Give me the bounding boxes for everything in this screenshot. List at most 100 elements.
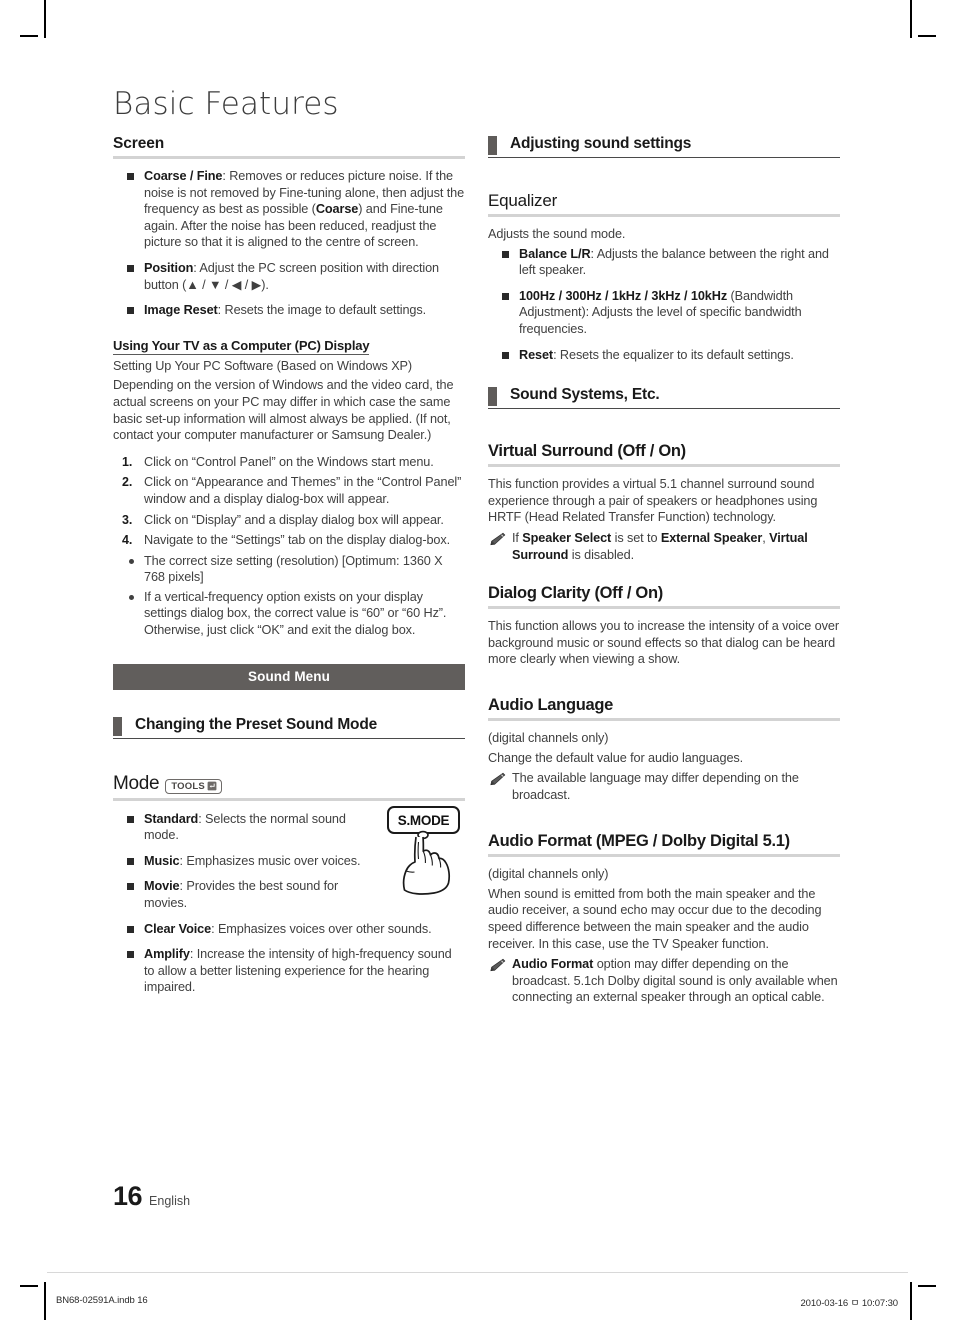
bullet-text: Emphasizes voices over other sounds. [217, 921, 432, 936]
crop-mark-bottom-right-horizontal [918, 1285, 936, 1287]
heading-audio-language: Audio Language [488, 696, 840, 721]
list-item: Image Reset: Resets the image to default… [113, 302, 465, 319]
crop-mark-bottom-right-vertical [910, 1282, 912, 1320]
note-bold: Audio Format [512, 957, 594, 972]
manual-page: Basic Features Screen Coarse / Fine: Rem… [0, 0, 954, 1321]
dialog-clarity-paragraph: This function allows you to increase the… [488, 619, 839, 667]
smode-remote-key-illustration: S.MODE [382, 806, 466, 898]
pencil-note-icon [490, 532, 506, 546]
note-bold-1: Speaker Select [522, 530, 612, 545]
section-marker-bar [488, 136, 497, 155]
bullet-term: Coarse / Fine [144, 169, 223, 183]
bullet-term: Amplify [144, 947, 190, 962]
sound-menu-banner: Sound Menu [113, 663, 465, 690]
section-heading-text: Changing the Preset Sound Mode [135, 715, 378, 733]
pencil-note-icon [490, 772, 506, 786]
pc-display-steps: Click on “Control Panel” on the Windows … [113, 454, 465, 549]
bullet-term: Image Reset [144, 303, 218, 318]
list-item: Navigate to the “Settings” tab on the di… [122, 532, 451, 548]
page-title: Basic Features [113, 86, 339, 122]
bullet-separator: : [553, 347, 560, 362]
heading-virtual-surround: Virtual Surround (Off / On) [488, 442, 840, 468]
list-item: Reset: Resets the equalizer to its defau… [488, 347, 840, 364]
footer-divider [47, 1272, 908, 1273]
crop-mark-top-right-vertical [910, 0, 912, 38]
section-changing-preset-sound-mode: Changing the Preset Sound Mode [113, 716, 465, 739]
note-text: The available language may differ depend… [512, 771, 799, 802]
bullet-term: Standard [144, 811, 199, 826]
bullet-term: Balance L/R [519, 246, 591, 261]
bullet-separator: : [211, 921, 218, 936]
mode-heading-text: Mode [113, 772, 160, 794]
crop-mark-top-right-horizontal [918, 35, 936, 37]
right-column: Adjusting sound settings Equalizer Adjus… [488, 135, 840, 1015]
page-number: 16 [113, 1181, 143, 1211]
pc-display-intro-line: Setting Up Your PC Software (Based on Wi… [113, 358, 413, 373]
bullet-term: Reset [519, 347, 554, 362]
pressing-hand-icon [402, 830, 451, 895]
list-item: Amplify: Increase the intensity of high-… [113, 946, 465, 996]
tools-enter-arrow-icon [207, 781, 217, 791]
section-marker-bar [113, 716, 122, 736]
equalizer-bullet-list: Balance L/R: Adjusts the balance between… [488, 246, 840, 364]
audio-format-note: Audio Format option may differ depending… [488, 956, 840, 1006]
audio-format-sub: (digital channels only) [488, 867, 609, 882]
audio-format-paragraph: When sound is emitted from both the main… [488, 886, 822, 951]
two-column-body: Screen Coarse / Fine: Removes or reduces… [113, 135, 841, 1015]
bullet-term: Movie [144, 879, 180, 894]
bullet-separator: : [217, 303, 225, 318]
note-bold-2: External Speaker [660, 530, 763, 545]
heading-equalizer: Equalizer [488, 191, 840, 217]
audio-language-paragraph: Change the default value for audio langu… [488, 750, 744, 765]
audio-language-sub: (digital channels only) [488, 730, 609, 745]
bullet-term: Clear Voice [144, 921, 212, 936]
section-heading-text: Sound Systems, Etc. [510, 386, 660, 404]
crop-mark-top-left-horizontal [20, 35, 38, 37]
list-item: Click on “Control Panel” on the Windows … [122, 454, 434, 470]
bullet-separator: : [189, 947, 197, 962]
heading-audio-format: Audio Format (MPEG / Dolby Digital 5.1) [488, 832, 840, 858]
heading-mode: Mode TOOLS [113, 773, 465, 801]
section-marker-bar [488, 387, 497, 407]
list-item: Coarse / Fine: Removes or reduces pictur… [113, 168, 465, 251]
crop-mark-bottom-left-horizontal [20, 1285, 38, 1287]
list-item: 100Hz / 300Hz / 1kHz / 3kHz / 10kHz (Ban… [488, 288, 840, 338]
page-number-block: 16 English [113, 1181, 190, 1212]
list-item: Click on “Appearance and Themes” in the … [122, 474, 462, 506]
footer-file-info: BN68-02591A.indb 16 [56, 1295, 148, 1306]
heading-dialog-clarity: Dialog Clarity (Off / On) [488, 584, 840, 610]
equalizer-intro: Adjusts the sound mode. [488, 227, 626, 241]
audio-language-note: The available language may differ depend… [488, 770, 840, 803]
list-item: Position: Adjust the PC screen position … [113, 260, 465, 293]
note-text-mid-1: is set to [611, 530, 661, 545]
section-adjusting-sound-settings: Adjusting sound settings [488, 135, 840, 158]
bullet-emphasis: Coarse [315, 202, 359, 217]
bullet-term: Position [144, 260, 194, 275]
section-sound-systems-etc: Sound Systems, Etc. [488, 386, 840, 410]
heading-screen: Screen [113, 135, 465, 159]
crop-mark-top-left-vertical [44, 0, 46, 38]
note-text-pre: If [512, 530, 523, 545]
virtual-surround-note: If Speaker Select is set to External Spe… [488, 530, 840, 563]
list-item: Clear Voice: Emphasizes voices over othe… [113, 921, 465, 938]
bullet-text: Resets the equalizer to its default sett… [559, 347, 794, 362]
bullet-text: Emphasizes music over voices. [186, 853, 361, 868]
section-heading-text: Adjusting sound settings [510, 135, 692, 152]
list-item: The correct size setting (resolution) [O… [113, 553, 465, 586]
footer-timestamp: 2010-03-16 ㅁ 10:07:30 [800, 1298, 899, 1309]
tools-badge[interactable]: TOOLS [165, 778, 222, 794]
tools-badge-label: TOOLS [171, 780, 205, 792]
list-item: Balance L/R: Adjusts the balance between… [488, 246, 840, 279]
bullet-term: 100Hz / 300Hz / 1kHz / 3kHz / 10kHz [519, 288, 728, 303]
bullet-term: Music [144, 853, 180, 868]
bullet-text: Resets the image to default settings. [224, 303, 427, 318]
pc-display-intro-paragraph: Depending on the version of Windows and … [113, 378, 454, 443]
list-item: If a vertical-frequency option exists on… [113, 589, 465, 639]
note-text-post: is disabled. [568, 547, 634, 562]
virtual-surround-paragraph: This function provides a virtual 5.1 cha… [488, 477, 818, 525]
pencil-note-icon [490, 959, 506, 972]
crop-mark-bottom-left-vertical [44, 1282, 46, 1320]
pc-display-notes: The correct size setting (resolution) [O… [113, 553, 465, 639]
list-item: Click on “Display” and a display dialog … [122, 512, 444, 528]
page-language: English [149, 1194, 191, 1208]
